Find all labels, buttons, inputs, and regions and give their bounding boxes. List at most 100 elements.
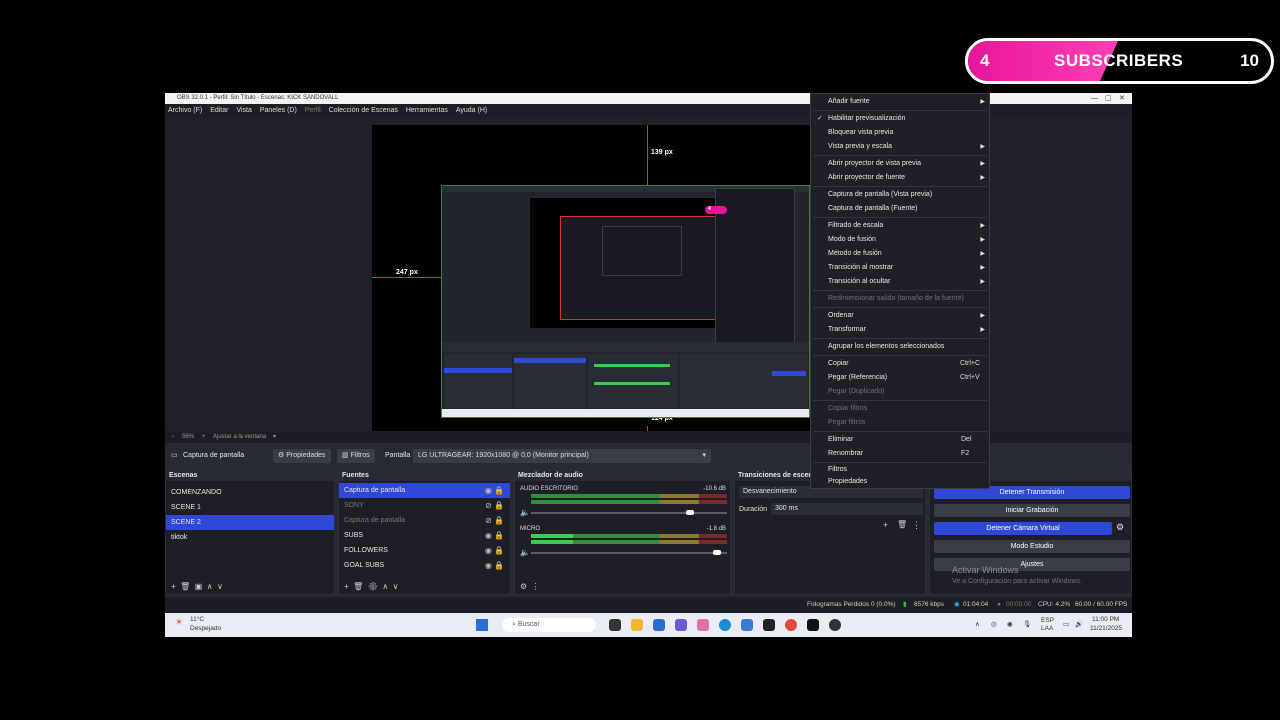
windows-start-icon[interactable] [476,619,488,631]
menu-item-preview-projector[interactable]: Abrir proyector de vista previa ▶ [811,157,989,171]
network-icon[interactable]: ▭ [1063,620,1069,628]
menu-item-group-selected[interactable]: Agrupar los elementos seleccionados [811,340,989,354]
more-icon[interactable]: ⋮ [912,520,921,531]
close-icon[interactable]: ✕ [1119,93,1125,104]
clock-time[interactable]: 11:00 PM [1092,616,1119,623]
taskbar-search[interactable]: ⌕ Buscar [502,618,596,632]
obs-icon[interactable] [829,619,841,631]
edge-icon[interactable] [719,619,731,631]
source-item[interactable]: SONY ⊘ 🔒 [339,498,510,513]
menu-item-delete[interactable]: Eliminar Del [811,433,989,447]
menu-item-copy[interactable]: Copiar Ctrl+C [811,357,989,371]
tray-app-icon[interactable]: ◎ [991,620,997,628]
menu-item-add-source[interactable]: Añadir fuente ▶ [811,95,989,109]
tray-chevron-icon[interactable]: ∧ [975,620,980,628]
scene-item[interactable]: SCENE 1 [166,500,334,515]
zoom-out-button[interactable]: − [171,431,175,443]
screen-select[interactable]: LG ULTRAGEAR: 1920x1080 @ 0,0 (Monitor p… [413,449,711,463]
maximize-icon[interactable]: ▢ [1105,93,1112,104]
chrome-icon[interactable] [785,619,797,631]
filters-button[interactable]: ▥ Filtros [337,449,375,463]
menu-item-blend-method[interactable]: Método de fusión ▶ [811,247,989,261]
move-source-up-button[interactable]: ∧ [382,582,388,591]
scene-item[interactable]: COMENZANDO [166,485,334,500]
menu-item-transform[interactable]: Transformar ▶ [811,323,989,337]
teams-icon[interactable] [675,619,687,631]
tray-app2-icon[interactable]: ◉ [1007,620,1013,628]
app3-icon[interactable] [763,619,775,631]
move-source-down-button[interactable]: ∨ [393,582,399,591]
menu-paneles[interactable]: Paneles (D) [260,107,297,114]
menu-item-screenshot-preview[interactable]: Captura de pantalla (Vista previa) [811,188,989,202]
mixer-settings-icon[interactable]: ⚙ [520,582,527,591]
eye-icon[interactable]: ◉ 🔒 [485,528,504,543]
menu-herramientas[interactable]: Herramientas [406,107,448,114]
eye-icon[interactable]: ◉ 🔒 [485,543,504,558]
volume-slider[interactable] [531,550,727,555]
minimize-icon[interactable]: — [1091,93,1098,104]
file-explorer-icon[interactable] [631,619,643,631]
eye-icon[interactable]: ◉ 🔒 [485,558,504,573]
menu-archivo[interactable]: Archivo (F) [168,107,202,114]
remove-scene-button[interactable]: 🗑 [180,582,190,591]
menu-vista[interactable]: Vista [236,107,251,114]
menu-perfil[interactable]: Perfil [305,107,321,114]
menu-item-paste-reference[interactable]: Pegar (Referencia) Ctrl+V [811,371,989,385]
menu-item-show-transition[interactable]: Transición al mostrar ▶ [811,261,989,275]
move-scene-up-button[interactable]: ∧ [207,582,213,591]
scene-item[interactable]: tiktok [166,530,334,545]
menu-item-enable-preview[interactable]: ✓ Habilitar previsualización [811,112,989,126]
menu-item-source-projector[interactable]: Abrir proyector de fuente ▶ [811,171,989,185]
menu-item-rename[interactable]: Renombrar F2 [811,447,989,461]
language2[interactable]: LAA [1041,625,1053,632]
speaker-icon[interactable]: 🔈 [520,508,530,517]
add-source-button[interactable]: + [344,582,349,591]
source-item-selected[interactable]: Captura de pantalla ◉ 🔒 [339,483,510,498]
mixer-menu-icon[interactable]: ⋮ [532,582,540,591]
menu-item-lock-preview[interactable]: Bloquear vista previa [811,126,989,140]
clock-date[interactable]: 11/21/2025 [1090,625,1122,632]
screen-capture-source[interactable]: 4 [441,185,810,418]
source-item[interactable]: FOLLOWERS ◉ 🔒 [339,543,510,558]
source-item[interactable]: GOAL SUBS ◉ 🔒 [339,558,510,573]
speaker-icon[interactable]: 🔈 [520,548,530,557]
menu-item-hide-transition[interactable]: Transición al ocultar ▶ [811,275,989,289]
menu-coleccion[interactable]: Colección de Escenas [329,107,398,114]
eye-hidden-icon[interactable]: ⊘ 🔒 [485,513,504,528]
zoom-in-button[interactable]: + [202,431,206,443]
source-item[interactable]: SUBS ◉ 🔒 [339,528,510,543]
volume-knob[interactable] [713,550,721,555]
start-recording-button[interactable]: Iniciar Grabación [934,504,1130,517]
zoom-dropdown-icon[interactable]: ▾ [273,431,276,443]
calendar-icon[interactable] [653,619,665,631]
volume-icon[interactable]: 🔊 [1075,620,1083,628]
trash-icon[interactable]: 🗑 [897,520,907,529]
menu-item-blend-mode[interactable]: Modo de fusión ▶ [811,233,989,247]
tiktok-icon[interactable] [807,619,819,631]
volume-slider[interactable] [531,510,727,515]
menu-item-preview-scale[interactable]: Vista previa y escala ▶ [811,140,989,154]
volume-knob[interactable] [686,510,694,515]
eye-icon[interactable]: ◉ 🔒 [485,483,504,498]
menu-item-order[interactable]: Ordenar ▶ [811,309,989,323]
move-scene-down-button[interactable]: ∨ [217,582,223,591]
duration-input[interactable]: 300 ms [771,503,923,515]
scene-item-selected[interactable]: SCENE 2 [166,515,334,530]
fit-window-button[interactable]: Ajustar a la ventana [213,431,266,443]
properties-button[interactable]: ⚙ Propiedades [273,449,331,463]
task-view-icon[interactable] [609,619,621,631]
add-scene-button[interactable]: + [171,582,176,591]
weather-icon[interactable]: ☀ [175,617,183,628]
add-transition-icon[interactable]: + [883,520,888,530]
studio-mode-button[interactable]: Modo Estudio [934,540,1130,553]
menu-editar[interactable]: Editar [210,107,228,114]
remove-source-button[interactable]: 🗑 [353,582,363,591]
menu-item-scale-filtering[interactable]: Filtrado de escala ▶ [811,219,989,233]
menu-ayuda[interactable]: Ayuda (H) [456,107,487,114]
tray-mic-icon[interactable]: 🎙 [1023,620,1031,628]
eye-hidden-icon[interactable]: ⊘ 🔒 [485,498,504,513]
source-item[interactable]: Captura de pantalla ⊘ 🔒 [339,513,510,528]
source-settings-button[interactable]: ⚙ [368,582,378,591]
language[interactable]: ESP [1041,617,1054,624]
stop-virtual-camera-button[interactable]: Detener Cámara Virtual [934,522,1112,535]
